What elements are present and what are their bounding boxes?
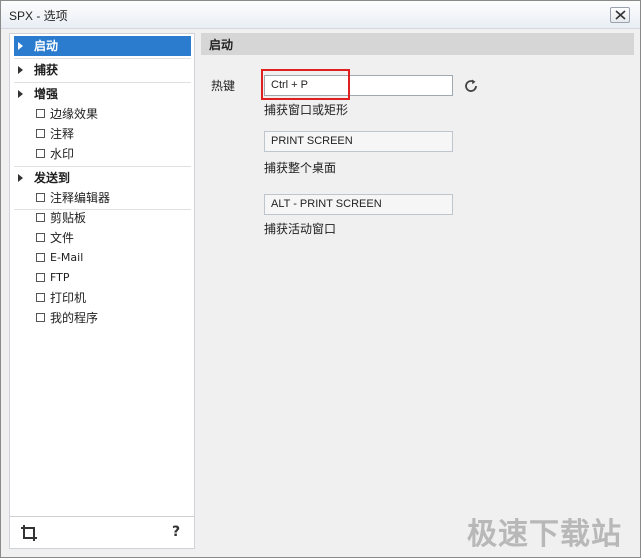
help-icon[interactable]: ? bbox=[168, 524, 184, 542]
nav-item-label: 启动 bbox=[34, 39, 59, 53]
hotkey-active-field[interactable]: ALT - PRINT SCREEN bbox=[264, 194, 453, 215]
options-window: SPX - 选项 启动 捕获 增强 边缘效果 注释 水印 发送到 注释编辑器 剪… bbox=[0, 0, 641, 558]
nav-item-enhance[interactable]: 增强 bbox=[14, 84, 191, 104]
nav-item-startup[interactable]: 启动 bbox=[14, 36, 191, 56]
close-icon bbox=[615, 10, 626, 20]
checkbox[interactable] bbox=[36, 253, 45, 262]
checkbox[interactable] bbox=[36, 109, 45, 118]
checkbox[interactable] bbox=[36, 213, 45, 222]
window-title: SPX - 选项 bbox=[9, 9, 68, 23]
nav-item-file[interactable]: 文件 bbox=[14, 228, 191, 248]
nav-item-label: E-Mail bbox=[50, 251, 84, 264]
nav-item-label: 边缘效果 bbox=[50, 107, 99, 121]
divider bbox=[14, 58, 191, 59]
nav-item-annotation[interactable]: 注释 bbox=[14, 124, 191, 144]
nav-item-my-program[interactable]: 我的程序 bbox=[14, 308, 191, 328]
nav-item-capture[interactable]: 捕获 bbox=[14, 60, 191, 80]
hotkey-desktop-caption: 捕获整个桌面 bbox=[264, 161, 337, 175]
watermark-logo: 极速下载站 bbox=[467, 517, 622, 552]
checkbox[interactable] bbox=[36, 293, 45, 302]
checkbox[interactable] bbox=[36, 273, 45, 282]
expand-arrow-icon bbox=[18, 90, 23, 98]
nav-item-label: 剪贴板 bbox=[50, 211, 87, 225]
checkbox[interactable] bbox=[36, 129, 45, 138]
nav-item-annotation-editor[interactable]: 注释编辑器 bbox=[14, 188, 191, 208]
nav-panel: 启动 捕获 增强 边缘效果 注释 水印 发送到 注释编辑器 剪贴板 文件 E-M… bbox=[9, 33, 195, 549]
nav-item-label: 我的程序 bbox=[50, 311, 99, 325]
nav-item-clipboard[interactable]: 剪贴板 bbox=[14, 208, 191, 228]
hotkey-desktop-field[interactable]: PRINT SCREEN bbox=[264, 131, 453, 152]
nav-item-printer[interactable]: 打印机 bbox=[14, 288, 191, 308]
page-title: 启动 bbox=[209, 38, 234, 52]
nav-item-label: FTP bbox=[50, 271, 70, 284]
checkbox[interactable] bbox=[36, 193, 45, 202]
highlight-box bbox=[261, 69, 350, 100]
close-button[interactable] bbox=[610, 7, 630, 23]
nav-item-send-to[interactable]: 发送到 bbox=[14, 168, 191, 188]
expand-arrow-icon bbox=[18, 66, 23, 74]
nav-item-label: 捕获 bbox=[34, 63, 59, 77]
nav-item-label: 注释 bbox=[50, 127, 75, 141]
nav-item-label: 打印机 bbox=[50, 291, 87, 305]
divider bbox=[10, 516, 194, 517]
nav-item-label: 水印 bbox=[50, 147, 75, 161]
nav-item-label: 增强 bbox=[34, 87, 59, 101]
nav-item-label: 注释编辑器 bbox=[50, 191, 111, 205]
expand-arrow-icon bbox=[18, 42, 23, 50]
checkbox[interactable] bbox=[36, 313, 45, 322]
nav-item-email[interactable]: E-Mail bbox=[14, 248, 191, 268]
hotkey-label: 热键 bbox=[211, 79, 236, 93]
divider bbox=[14, 166, 191, 167]
divider bbox=[14, 82, 191, 83]
nav-item-edge-effect[interactable]: 边缘效果 bbox=[14, 104, 191, 124]
nav-item-label: 发送到 bbox=[34, 171, 71, 185]
hotkey-window-caption: 捕获窗口或矩形 bbox=[264, 103, 349, 117]
refresh-icon[interactable] bbox=[463, 78, 479, 94]
nav-item-watermark[interactable]: 水印 bbox=[14, 144, 191, 164]
nav-item-ftp[interactable]: FTP bbox=[14, 268, 191, 288]
checkbox[interactable] bbox=[36, 233, 45, 242]
expand-arrow-icon bbox=[18, 174, 23, 182]
hotkey-active-caption: 捕获活动窗口 bbox=[264, 222, 337, 236]
checkbox[interactable] bbox=[36, 149, 45, 158]
title-bar: SPX - 选项 bbox=[1, 1, 640, 29]
nav-item-label: 文件 bbox=[50, 231, 75, 245]
crop-icon[interactable] bbox=[20, 524, 38, 542]
content-header: 启动 bbox=[201, 33, 634, 55]
